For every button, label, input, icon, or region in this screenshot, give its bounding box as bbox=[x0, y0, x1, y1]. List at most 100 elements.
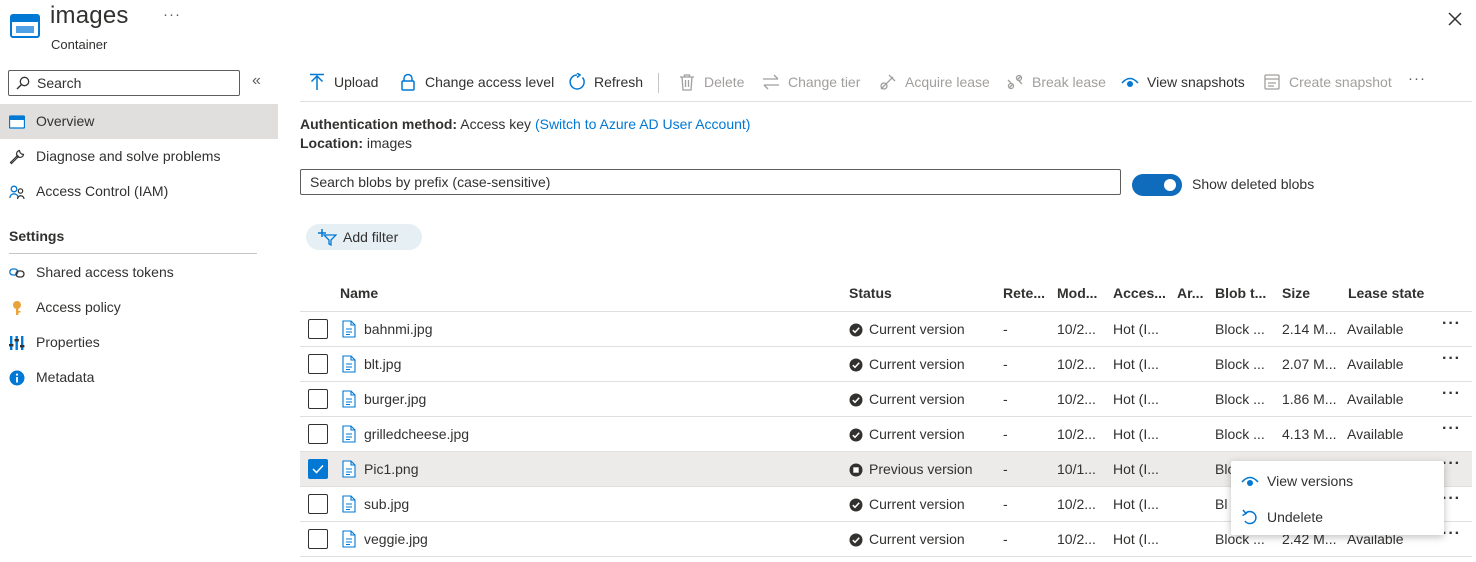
status-text: Current version bbox=[869, 321, 965, 337]
file-icon bbox=[342, 495, 356, 513]
row-context-menu: View versions Undelete bbox=[1231, 461, 1444, 535]
sidebar-item-diagnose[interactable]: Diagnose and solve problems bbox=[0, 139, 278, 174]
col-blob-type[interactable]: Blob t... bbox=[1215, 285, 1266, 301]
size-cell: 2.07 M... bbox=[1282, 356, 1337, 372]
col-modified[interactable]: Mod... bbox=[1057, 285, 1097, 301]
lease-state-cell: Available bbox=[1347, 321, 1404, 337]
check-circle-icon bbox=[849, 533, 863, 547]
page-subtitle: Container bbox=[51, 37, 108, 52]
row-more-button[interactable]: ··· bbox=[1442, 455, 1461, 473]
sidebar-item-label: Metadata bbox=[36, 369, 95, 385]
access-tier-cell: Hot (I... bbox=[1113, 531, 1159, 547]
sidebar-item-label: Properties bbox=[36, 334, 100, 350]
view-versions-menu-item[interactable]: View versions bbox=[1231, 463, 1444, 497]
blob-name-link[interactable]: burger.jpg bbox=[364, 391, 426, 407]
table-row[interactable]: burger.jpg Current version - 10/2... Hot… bbox=[300, 382, 1472, 417]
eye-icon bbox=[1241, 476, 1259, 486]
modified-cell: 10/2... bbox=[1057, 426, 1096, 442]
close-icon[interactable] bbox=[1444, 8, 1466, 30]
check-circle-icon bbox=[849, 393, 863, 407]
col-status[interactable]: Status bbox=[849, 285, 892, 301]
row-checkbox[interactable] bbox=[308, 494, 328, 514]
col-size[interactable]: Size bbox=[1282, 285, 1310, 301]
access-tier-cell: Hot (I... bbox=[1113, 461, 1159, 477]
access-tier-cell: Hot (I... bbox=[1113, 321, 1159, 337]
row-checkbox[interactable] bbox=[308, 389, 328, 409]
row-checkbox[interactable] bbox=[308, 319, 328, 339]
blob-name-link[interactable]: sub.jpg bbox=[364, 496, 409, 512]
retention-cell: - bbox=[1003, 426, 1008, 442]
row-more-button[interactable]: ··· bbox=[1442, 525, 1461, 543]
blade-header: images Container ··· bbox=[0, 0, 1476, 60]
lease-state-cell: Available bbox=[1347, 426, 1404, 442]
sidebar-item-iam[interactable]: Access Control (IAM) bbox=[0, 174, 278, 209]
blob-prefix-search-input[interactable]: Search blobs by prefix (case-sensitive) bbox=[300, 169, 1121, 195]
table-row[interactable]: blt.jpg Current version - 10/2... Hot (I… bbox=[300, 347, 1472, 382]
status-text: Current version bbox=[869, 426, 965, 442]
container-icon bbox=[10, 14, 40, 38]
blob-name-link[interactable]: grilledcheese.jpg bbox=[364, 426, 469, 442]
sidebar-search-input[interactable]: Search bbox=[8, 70, 240, 96]
row-checkbox-checked[interactable] bbox=[308, 459, 328, 479]
sidebar-search-placeholder: Search bbox=[37, 75, 82, 91]
checkmark-icon bbox=[312, 464, 324, 474]
blob-name-link[interactable]: blt.jpg bbox=[364, 356, 401, 372]
key-icon bbox=[13, 301, 21, 315]
col-lease-state[interactable]: Lease state bbox=[1348, 285, 1424, 301]
toolbar-separator bbox=[658, 73, 659, 93]
add-filter-button[interactable]: Add filter bbox=[306, 224, 422, 250]
col-retention[interactable]: Rete... bbox=[1003, 285, 1045, 301]
col-access-tier[interactable]: Acces... bbox=[1113, 285, 1166, 301]
location-label: Location: bbox=[300, 135, 363, 151]
sidebar-item-access-policy[interactable]: Access policy bbox=[0, 290, 278, 325]
access-tier-cell: Hot (I... bbox=[1113, 426, 1159, 442]
lease-state-cell: Available bbox=[1347, 356, 1404, 372]
lease-icon bbox=[880, 74, 896, 90]
row-checkbox[interactable] bbox=[308, 354, 328, 374]
auth-method-line: Authentication method: Access key (Switc… bbox=[300, 116, 750, 132]
row-checkbox[interactable] bbox=[308, 529, 328, 549]
collapse-sidebar-button[interactable]: « bbox=[252, 72, 261, 90]
retention-cell: - bbox=[1003, 461, 1008, 477]
sidebar-item-properties[interactable]: Properties bbox=[0, 325, 278, 360]
switch-auth-link[interactable]: (Switch to Azure AD User Account) bbox=[535, 116, 751, 132]
table-row[interactable]: grilledcheese.jpg Current version - 10/2… bbox=[300, 417, 1472, 452]
blob-type-cell: Block ... bbox=[1215, 321, 1265, 337]
row-more-button[interactable]: ··· bbox=[1442, 350, 1461, 368]
size-cell: 4.13 M... bbox=[1282, 426, 1337, 442]
add-filter-icon bbox=[318, 229, 337, 246]
undelete-menu-item[interactable]: Undelete bbox=[1231, 499, 1444, 533]
sidebar-item-metadata[interactable]: Metadata bbox=[0, 360, 278, 395]
table-row[interactable]: bahnmi.jpg Current version - 10/2... Hot… bbox=[300, 312, 1472, 347]
blob-name-link[interactable]: veggie.jpg bbox=[364, 531, 428, 547]
check-circle-icon bbox=[849, 358, 863, 372]
auth-method-label: Authentication method: bbox=[300, 116, 458, 132]
status-text: Current version bbox=[869, 391, 965, 407]
check-circle-icon bbox=[849, 323, 863, 337]
overview-icon bbox=[9, 115, 25, 129]
search-icon bbox=[16, 76, 30, 90]
row-more-button[interactable]: ··· bbox=[1442, 315, 1461, 333]
row-more-button[interactable]: ··· bbox=[1442, 420, 1461, 438]
retention-cell: - bbox=[1003, 356, 1008, 372]
blob-name-link[interactable]: bahnmi.jpg bbox=[364, 321, 433, 337]
row-more-button[interactable]: ··· bbox=[1442, 490, 1461, 508]
link-icon bbox=[9, 268, 25, 278]
show-deleted-blobs-toggle[interactable] bbox=[1132, 174, 1182, 196]
retention-cell: - bbox=[1003, 321, 1008, 337]
header-more-button[interactable]: ··· bbox=[163, 6, 181, 23]
wrench-icon bbox=[9, 149, 25, 165]
people-icon bbox=[9, 185, 25, 200]
snapshot-icon bbox=[1264, 74, 1280, 90]
command-bar: Upload Change access level Refresh Delet… bbox=[300, 64, 1472, 102]
blob-name-link[interactable]: Pic1.png bbox=[364, 461, 418, 477]
sidebar-group-settings: Settings bbox=[9, 228, 65, 244]
row-more-button[interactable]: ··· bbox=[1442, 385, 1461, 403]
sidebar-item-overview[interactable]: Overview bbox=[0, 104, 278, 139]
sidebar-item-shared-access-tokens[interactable]: Shared access tokens bbox=[0, 255, 278, 290]
row-checkbox[interactable] bbox=[308, 424, 328, 444]
col-archive[interactable]: Ar... bbox=[1177, 285, 1203, 301]
toolbar-more-button[interactable]: ··· bbox=[1408, 70, 1426, 87]
modified-cell: 10/2... bbox=[1057, 321, 1096, 337]
col-name[interactable]: Name bbox=[340, 285, 378, 301]
